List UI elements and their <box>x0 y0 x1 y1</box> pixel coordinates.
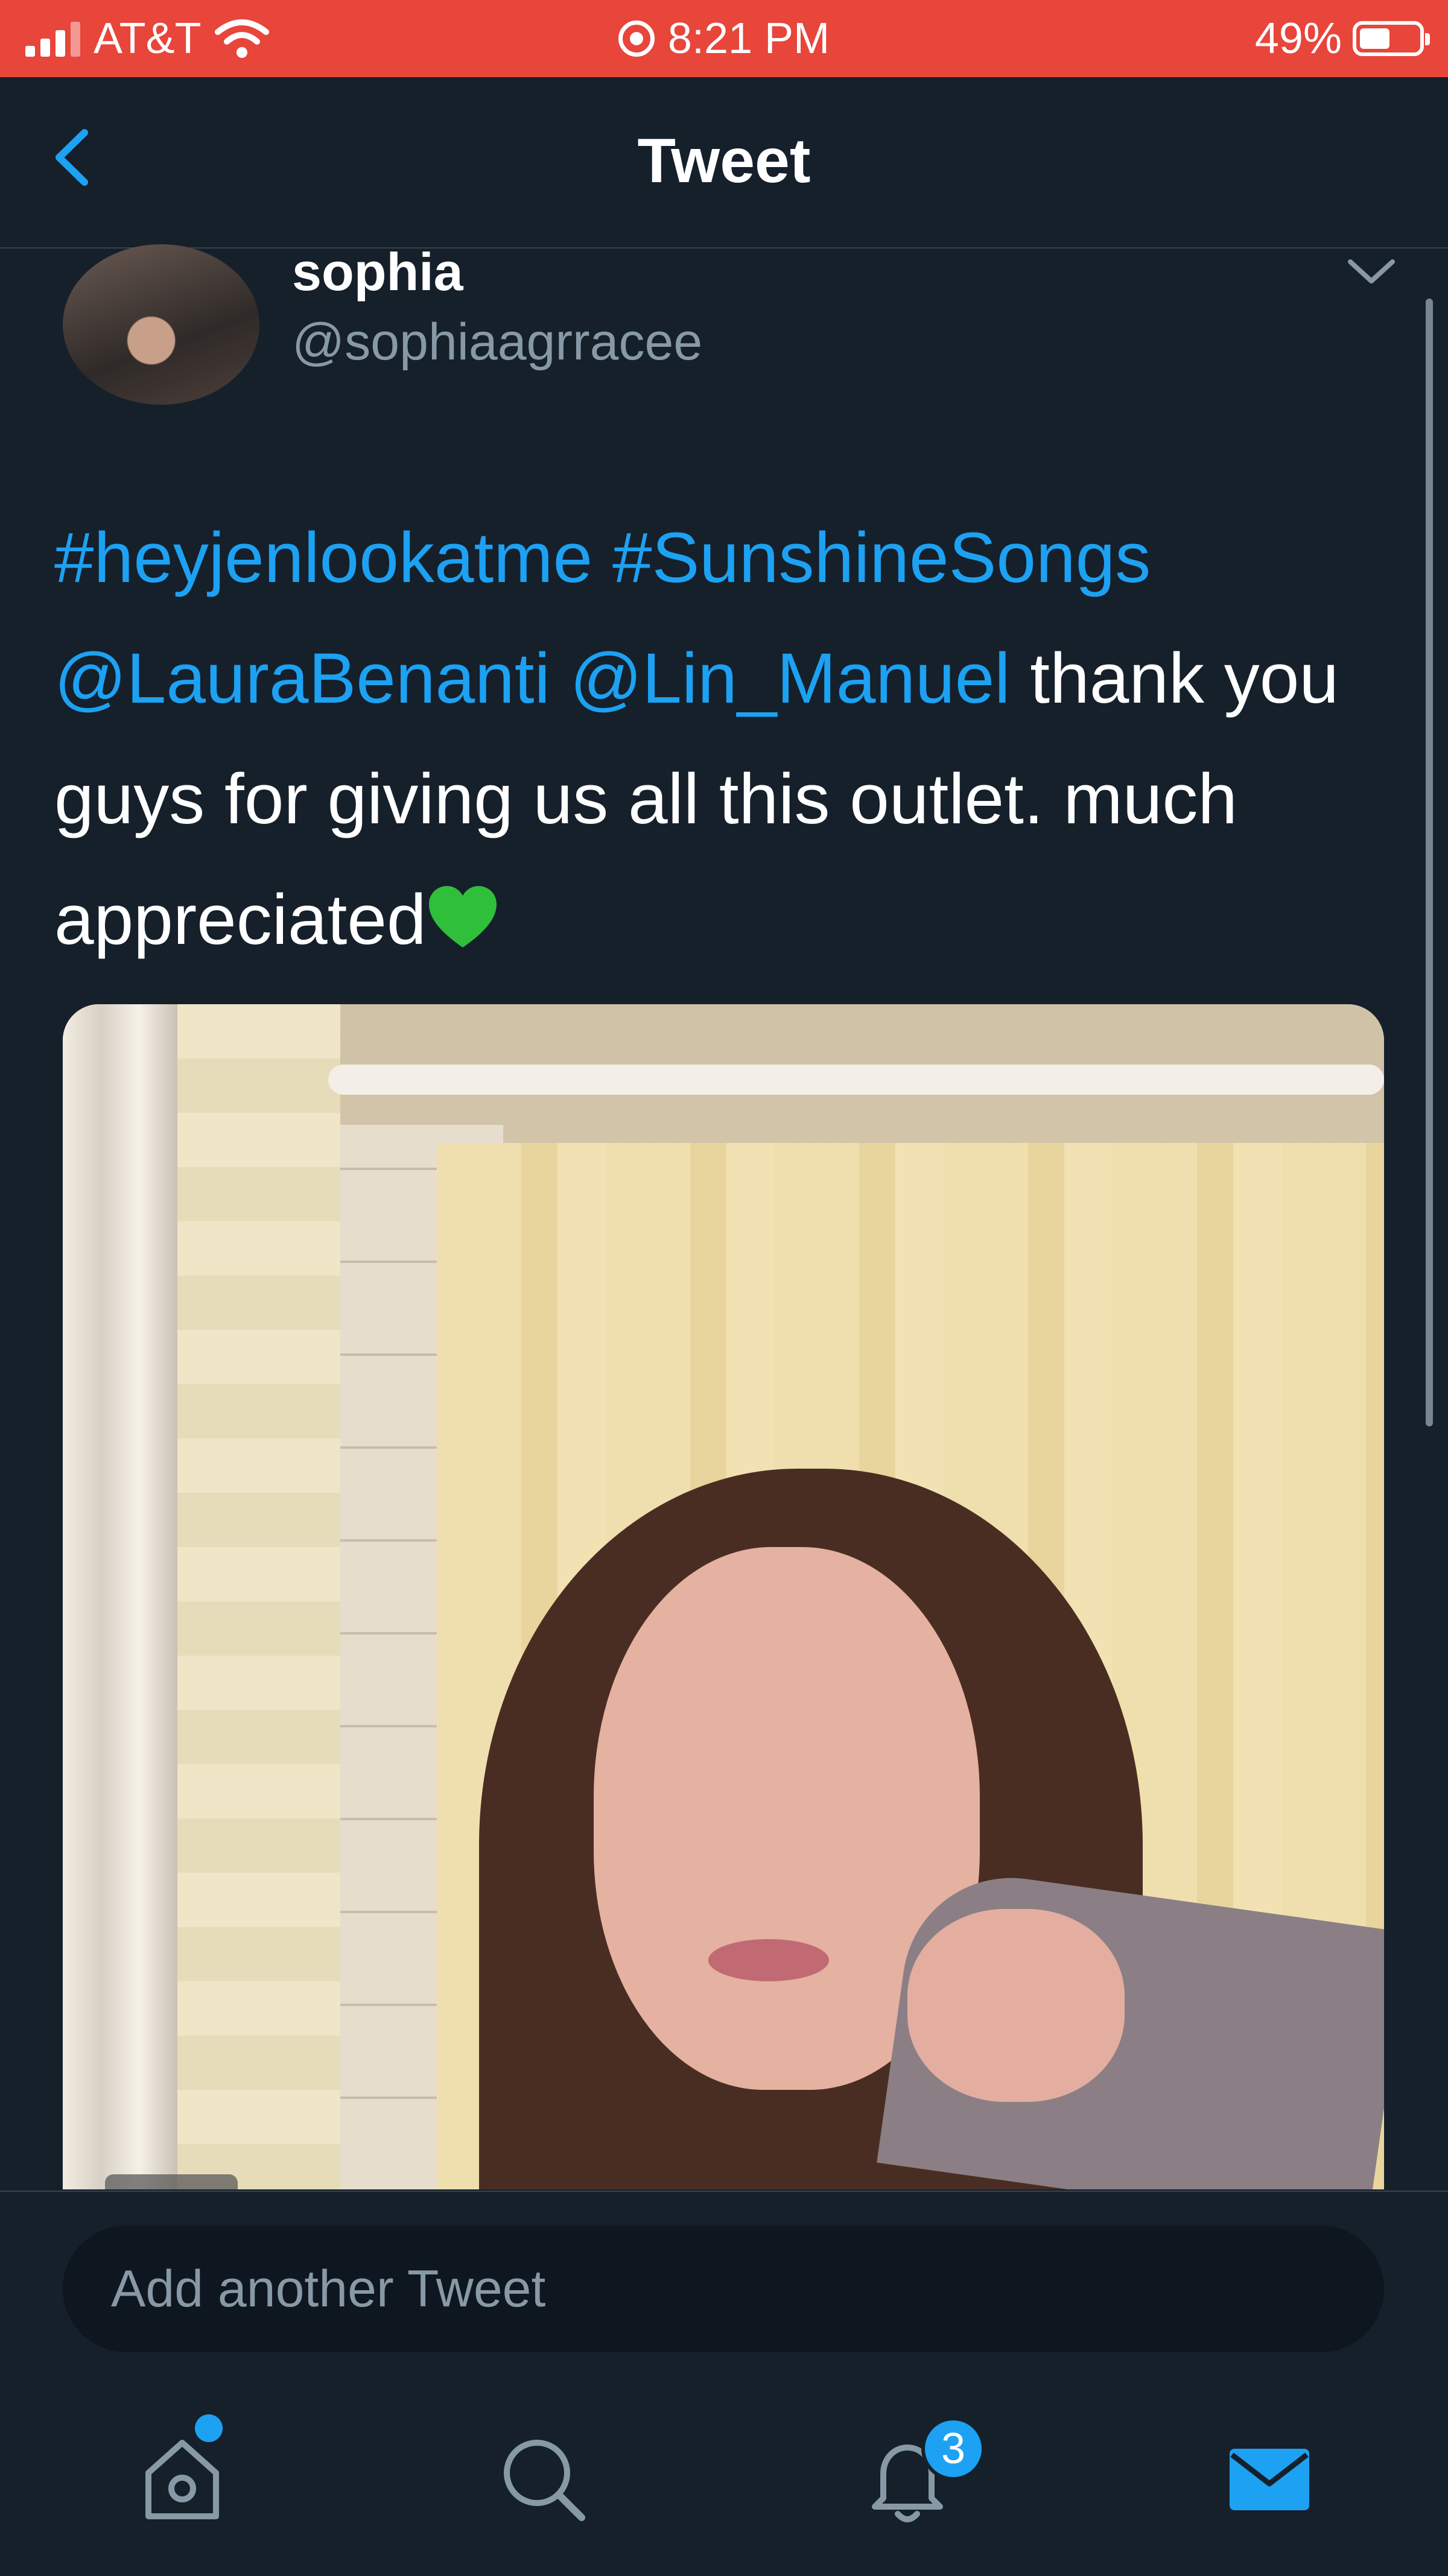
video-curtain-rod <box>328 1065 1384 1095</box>
home-unread-dot <box>195 2414 223 2442</box>
search-icon[interactable] <box>495 2431 591 2527</box>
tweet-video[interactable] <box>63 1004 1384 2189</box>
battery-percent: 49% <box>1254 14 1342 63</box>
avatar[interactable] <box>63 244 259 405</box>
status-bar: AT&T 8:21 PM 49% <box>0 0 1448 77</box>
video-person-mouth <box>708 1939 829 1981</box>
author-handle[interactable]: @sophiaagrracee <box>292 312 702 372</box>
notification-badge: 3 <box>921 2417 985 2481</box>
green-heart-icon <box>428 886 497 948</box>
status-right: 49% <box>1254 0 1430 77</box>
recording-icon <box>618 21 655 57</box>
mention-link[interactable]: @Lin_Manuel <box>570 639 1011 718</box>
video-wallpaper <box>177 1004 340 2189</box>
status-center: 8:21 PM <box>0 0 1448 77</box>
compose-placeholder: Add another Tweet <box>111 2259 546 2318</box>
scrollbar[interactable] <box>1426 299 1433 1426</box>
clock: 8:21 PM <box>667 14 830 63</box>
video-doorframe <box>63 1004 177 2189</box>
author-name[interactable]: sophia <box>292 241 463 303</box>
add-tweet-input[interactable]: Add another Tweet <box>63 2226 1384 2352</box>
nav-header: Tweet <box>0 77 1448 248</box>
mention-link[interactable]: @LauraBenanti <box>54 639 550 718</box>
page-title: Tweet <box>637 126 811 196</box>
home-icon[interactable] <box>134 2431 230 2527</box>
tweet-text: #heyjenlookatme #SunshineSongs @LauraBen… <box>54 498 1382 980</box>
chevron-down-icon[interactable] <box>1344 253 1399 290</box>
battery-icon <box>1353 21 1430 56</box>
video-progress-indicator <box>105 2174 238 2189</box>
hashtag-link[interactable]: #SunshineSongs <box>612 518 1151 598</box>
hashtag-link[interactable]: #heyjenlookatme <box>54 518 592 598</box>
messages-icon[interactable] <box>1221 2431 1318 2527</box>
video-person-hand <box>907 1909 1125 2102</box>
